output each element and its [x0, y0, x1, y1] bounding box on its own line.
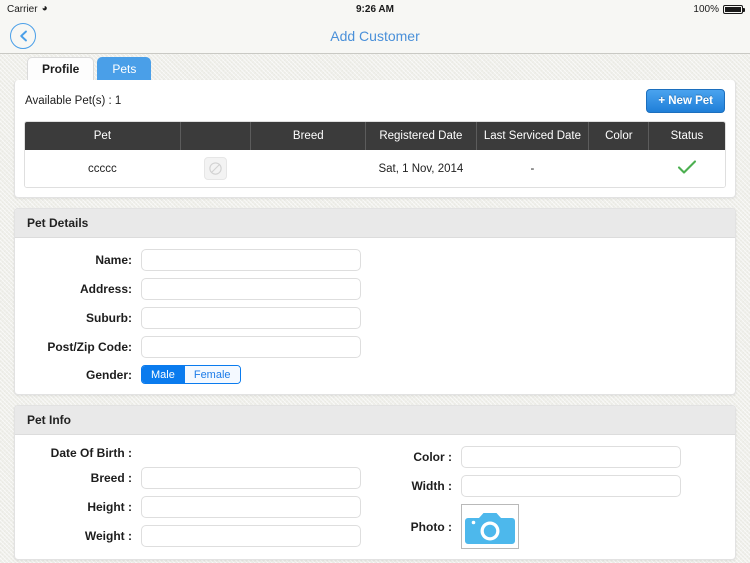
navigation-bar: Add Customer: [0, 18, 750, 54]
column-header-thumbnail[interactable]: [180, 122, 252, 150]
pets-table: Pet Breed Registered Date Last Serviced …: [25, 122, 725, 187]
pet-info-section: Pet Info Date Of Birth : Breed : Height …: [14, 405, 736, 560]
page-title: Add Customer: [330, 27, 420, 44]
color-input[interactable]: [461, 446, 681, 468]
photo-label: Photo :: [410, 519, 452, 534]
status-bar-left: Carrier ◕: [7, 4, 48, 15]
cell-status[interactable]: [648, 150, 725, 187]
pet-details-section: Pet Details Name: Address: Suburb: Post/…: [14, 208, 736, 395]
field-row-address: Address:: [15, 278, 735, 300]
suburb-label: Suburb:: [86, 311, 132, 325]
field-row-weight: Weight :: [15, 525, 375, 547]
back-button[interactable]: [10, 22, 36, 49]
field-row-color: Color :: [375, 446, 735, 468]
suburb-input[interactable]: [141, 307, 361, 329]
new-pet-button[interactable]: + New Pet: [646, 89, 725, 113]
date-of-birth-label: Date Of Birth :: [50, 446, 132, 460]
pets-table-wrapper: Pet Breed Registered Date Last Serviced …: [15, 121, 735, 197]
gender-option-female[interactable]: Female: [184, 366, 240, 383]
column-header-pet[interactable]: Pet: [25, 122, 181, 150]
pet-details-header: Pet Details: [15, 209, 735, 238]
green-check-icon: [677, 159, 697, 178]
tab-pets[interactable]: Pets: [97, 57, 152, 80]
tab-bar: Profile Pets: [0, 54, 750, 80]
tab-profile[interactable]: Profile: [27, 57, 95, 80]
field-row-width: Width :: [375, 475, 735, 497]
photo-picker-button[interactable]: [461, 504, 519, 549]
field-row-date-of-birth: Date Of Birth :: [15, 446, 375, 460]
cell-color: [588, 150, 649, 187]
breed-label: Breed :: [90, 471, 132, 485]
post-zip-code-label: Post/Zip Code:: [47, 340, 132, 354]
table-row[interactable]: ccccc Sat, 1 Nov, 2014 -: [25, 150, 725, 187]
field-row-gender: Gender: Male Female: [15, 365, 735, 384]
cell-pet-thumbnail[interactable]: [180, 150, 251, 187]
battery-percent-label: 100%: [693, 3, 719, 15]
gender-label: Gender:: [85, 367, 132, 382]
address-input[interactable]: [141, 278, 361, 300]
pet-info-right-column: Color : Width : Photo :: [375, 446, 735, 549]
wifi-icon: ◕: [41, 3, 48, 14]
carrier-label: Carrier: [7, 3, 38, 15]
column-header-color[interactable]: Color: [588, 122, 650, 150]
height-input[interactable]: [141, 496, 361, 518]
pets-panel-toolbar: Available Pet(s) : 1 + New Pet: [15, 80, 735, 121]
height-label: Height :: [87, 500, 132, 514]
address-label: Address:: [79, 282, 132, 296]
battery-full-icon: [723, 4, 745, 14]
pets-table-header: Pet Breed Registered Date Last Serviced …: [25, 122, 725, 150]
field-row-suburb: Suburb:: [15, 307, 735, 329]
field-row-postzip: Post/Zip Code:: [15, 336, 735, 358]
field-row-name: Name:: [15, 249, 735, 271]
pet-info-left-column: Date Of Birth : Breed : Height : Weight …: [15, 446, 375, 549]
cell-pet-name: ccccc: [25, 150, 181, 187]
color-label: Color :: [413, 450, 452, 464]
post-zip-code-input[interactable]: [141, 336, 361, 358]
available-pets-label: Available Pet(s) : 1: [25, 95, 122, 107]
column-header-status[interactable]: Status: [648, 122, 725, 150]
width-input[interactable]: [461, 475, 681, 497]
column-header-breed[interactable]: Breed: [250, 122, 367, 150]
pet-info-header: Pet Info: [15, 406, 735, 435]
camera-icon: [465, 512, 515, 544]
pet-info-body: Date Of Birth : Breed : Height : Weight …: [15, 435, 735, 559]
gender-segmented-control[interactable]: Male Female: [141, 365, 241, 384]
column-header-registered-date[interactable]: Registered Date: [365, 122, 477, 150]
weight-input[interactable]: [141, 525, 361, 547]
column-header-last-serviced-date[interactable]: Last Serviced Date: [476, 122, 590, 150]
field-row-breed: Breed :: [15, 467, 375, 489]
status-bar-right: 100%: [693, 3, 745, 15]
weight-label: Weight :: [84, 529, 132, 543]
no-image-placeholder-icon: [204, 157, 228, 180]
pet-details-body: Name: Address: Suburb: Post/Zip Code: Ge…: [15, 238, 735, 394]
name-input[interactable]: [141, 249, 361, 271]
pets-table-body: ccccc Sat, 1 Nov, 2014 -: [25, 150, 725, 187]
gender-option-male[interactable]: Male: [142, 366, 185, 383]
field-row-photo: Photo :: [375, 504, 735, 549]
chevron-left-icon: [19, 30, 27, 41]
width-label: Width :: [411, 479, 452, 493]
status-bar: Carrier ◕ 9:26 AM 100%: [0, 0, 750, 18]
cell-last-serviced-date: -: [476, 150, 589, 187]
cell-registered-date: Sat, 1 Nov, 2014: [365, 150, 477, 187]
field-row-height: Height :: [15, 496, 375, 518]
cell-breed: [250, 150, 366, 187]
pets-panel: Available Pet(s) : 1 + New Pet Pet Breed…: [14, 80, 736, 198]
name-label: Name:: [95, 253, 132, 267]
status-bar-clock: 9:26 AM: [356, 3, 394, 15]
breed-input[interactable]: [141, 467, 361, 489]
